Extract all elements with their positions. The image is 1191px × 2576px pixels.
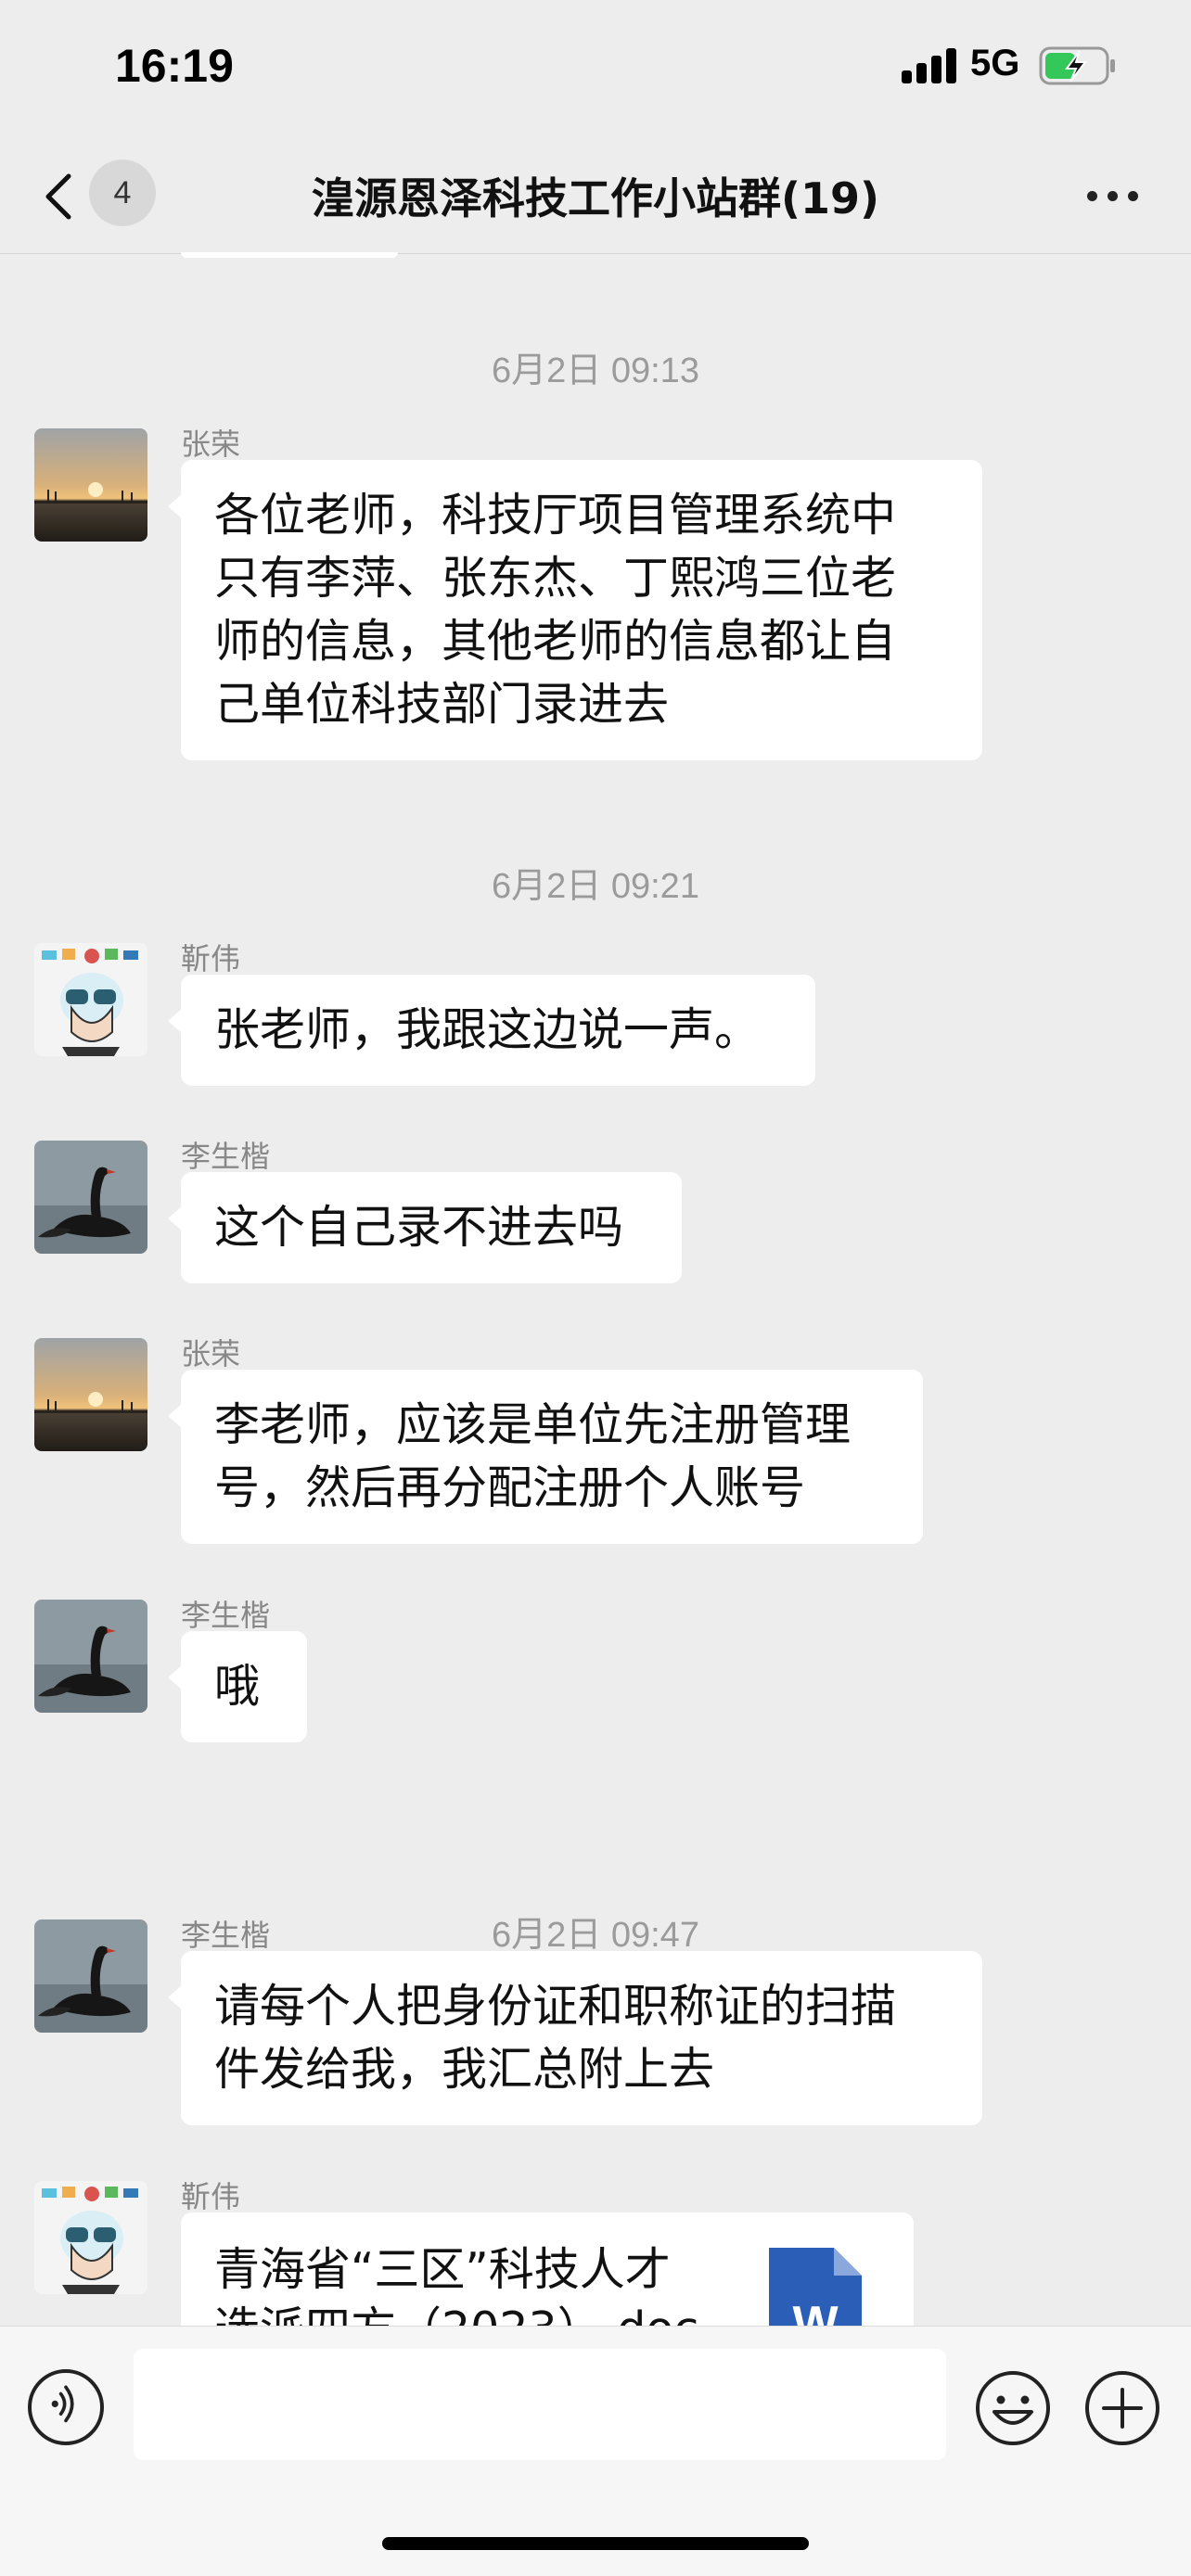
status-bar: 16:19 5G [0,0,1191,139]
swan-avatar[interactable] [34,1919,147,2033]
message-text-line: 只有李萍、张东杰、丁熙鸿三位老 [214,552,897,605]
message-text-line: 哦 [214,1660,261,1713]
sender-name: 李生楷 [181,1598,271,1633]
file-name-line: 选派四方（2023）.doc [214,2300,715,2326]
file-name-line: 青海省“三区”科技人才 [214,2243,671,2296]
home-indicator [382,2537,809,2550]
timestamp: 6月2日 09:21 [492,867,699,906]
chat-screen: 16:19 5G 4 湟源恩泽科技工作小站群(19) 6月2日 09:13 张荣… [0,0,1191,2576]
message-bubble[interactable]: 各位老师，科技厅项目管理系统中 只有李萍、张东杰、丁熙鸿三位老 师的信息，其他老师的… [168,460,982,760]
more-functions-button[interactable] [1083,2369,1161,2447]
message-text-line: 件发给我，我汇总附上去 [214,2043,715,2096]
sender-name: 靳伟 [181,2179,241,2214]
smiley-icon [976,2371,1050,2445]
status-time: 16:19 [115,40,234,92]
sender-name: 张荣 [181,1336,241,1371]
sender-name: 张荣 [181,427,241,462]
unread-count-badge[interactable]: 4 [89,159,156,226]
chevron-left-icon [45,173,71,220]
message-bubble[interactable]: 李老师，应该是单位先注册管理 号，然后再分配注册个人账号 [168,1370,923,1544]
sunset-avatar[interactable] [34,428,147,542]
back-button[interactable] [37,163,93,228]
message-text-line: 张老师，我跟这边说一声。 [214,1003,761,1056]
sender-name: 李生楷 [181,1918,271,1953]
voice-icon [51,2385,74,2423]
sender-name: 李生楷 [181,1139,271,1174]
emoji-button[interactable] [974,2369,1052,2447]
cartoon-avatar[interactable] [34,2181,147,2294]
more-options-button[interactable] [1076,172,1150,219]
voice-input-button[interactable] [28,2369,104,2445]
chat-title: 湟源恩泽科技工作小站群(19) [311,173,880,223]
message-input[interactable] [134,2349,946,2460]
network-type: 5G [970,43,1020,83]
timestamp: 6月2日 09:47 [492,1916,699,1955]
chat-header: 4 湟源恩泽科技工作小站群(19) [0,139,1191,254]
message-text-line: 号，然后再分配注册个人账号 [214,1461,806,1514]
message-text-line: 己单位科技部门录进去 [214,678,670,731]
swan-avatar[interactable] [34,1600,147,1713]
word-letter: W [792,2297,839,2326]
message-text-line: 师的信息，其他老师的信息都让自 [214,615,897,668]
file-message-bubble[interactable]: 青海省“三区”科技人才选派四方（2023）.doc W [181,2213,914,2326]
message-bubble[interactable]: 这个自己录不进去吗 [168,1172,682,1283]
word-doc-icon: W [769,2248,862,2326]
sender-name: 靳伟 [181,941,241,976]
message-text-line: 李老师，应该是单位先注册管理 [214,1398,852,1451]
message-list[interactable]: 6月2日 09:13 张荣 各位老师，科技厅项目管理系统中 只有李萍、张东杰、丁熙鸿三… [0,258,1191,2326]
message-bubble[interactable]: 请每个人把身份证和职称证的扫描 件发给我，我汇总附上去 [168,1951,982,2125]
sunset-avatar[interactable] [34,1338,147,1451]
message-text-line: 请每个人把身份证和职称证的扫描 [214,1980,897,2033]
plus-circle-icon [1085,2371,1159,2445]
message-text-line: 这个自己录不进去吗 [214,1201,624,1254]
file-name: 青海省“三区”科技人才选派四方（2023）.doc [214,2240,715,2326]
message-bubble[interactable]: 张老师，我跟这边说一声。 [168,975,815,1086]
swan-avatar[interactable] [34,1141,147,1254]
signal-strength-icon [902,48,957,83]
message-text-line: 各位老师，科技厅项目管理系统中 [214,489,897,542]
message-bubble[interactable]: 哦 [168,1631,307,1742]
timestamp: 6月2日 09:13 [492,351,699,390]
battery-charging-icon [1039,46,1117,85]
cartoon-avatar[interactable] [34,943,147,1056]
